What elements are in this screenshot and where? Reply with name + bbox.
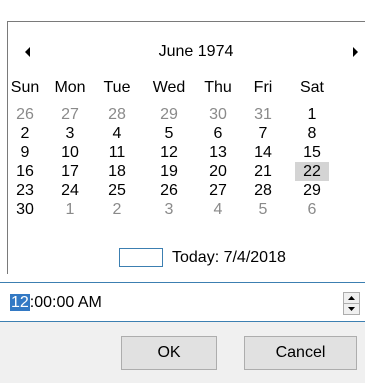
- calendar-day[interactable]: 17: [47, 162, 93, 181]
- calendar-day[interactable]: 5: [146, 124, 192, 143]
- triangle-left-icon: [25, 47, 30, 57]
- calendar-day[interactable]: 28: [94, 105, 140, 124]
- calendar-day[interactable]: 29: [289, 181, 335, 200]
- spin-up-button[interactable]: [344, 293, 359, 303]
- calendar-week-row: 9 10 11 12 13 14 15: [8, 143, 365, 162]
- calendar-day[interactable]: 14: [240, 143, 286, 162]
- dow-label: Mon: [54, 79, 86, 96]
- dow-label: Fri: [253, 79, 273, 96]
- month-title[interactable]: June 1974: [118, 38, 274, 66]
- top-strip: [0, 0, 365, 22]
- calendar-day[interactable]: 2: [94, 200, 140, 219]
- spin-up-icon: [348, 296, 355, 300]
- calendar-day[interactable]: 1: [47, 200, 93, 219]
- calendar-day[interactable]: 30: [2, 200, 48, 219]
- calendar-day[interactable]: 3: [47, 124, 93, 143]
- calendar-day[interactable]: 27: [195, 181, 241, 200]
- days-of-week-row: Sun Mon Tue Wed Thu Fri Sat: [8, 78, 365, 97]
- time-rest-segment[interactable]: :00:00 AM: [30, 294, 102, 311]
- calendar-day[interactable]: 2: [2, 124, 48, 143]
- calendar-day[interactable]: 30: [195, 105, 241, 124]
- calendar-day[interactable]: 11: [94, 143, 140, 162]
- calendar-day[interactable]: 9: [2, 143, 48, 162]
- calendar-week-row: 26 27 28 29 30 31 1: [8, 105, 365, 124]
- calendar-day[interactable]: 15: [289, 143, 335, 162]
- today-marker-box[interactable]: [119, 248, 163, 267]
- calendar-day[interactable]: 24: [47, 181, 93, 200]
- calendar-week-row: 23 24 25 26 27 28 29: [8, 181, 365, 200]
- calendar-day-selected[interactable]: 22: [295, 162, 329, 181]
- calendar-day[interactable]: 31: [240, 105, 286, 124]
- calendar-day[interactable]: 7: [240, 124, 286, 143]
- triangle-right-icon: [353, 47, 358, 57]
- next-month-button[interactable]: [347, 44, 363, 60]
- calendar-day[interactable]: 20: [195, 162, 241, 181]
- calendar-day[interactable]: 23: [2, 181, 48, 200]
- calendar-day[interactable]: 16: [2, 162, 48, 181]
- time-input[interactable]: 12:00:00 AM: [10, 292, 102, 314]
- dow-label: Sun: [10, 79, 40, 96]
- calendar-day[interactable]: 4: [195, 200, 241, 219]
- dow-label: Sat: [299, 79, 324, 96]
- calendar-day[interactable]: 8: [289, 124, 335, 143]
- calendar-day[interactable]: 3: [146, 200, 192, 219]
- dow-label: Wed: [152, 79, 186, 96]
- calendar-day[interactable]: 18: [94, 162, 140, 181]
- ok-button[interactable]: OK: [121, 336, 217, 370]
- calendar-day[interactable]: 5: [240, 200, 286, 219]
- calendar-day[interactable]: 6: [289, 200, 335, 219]
- spin-down-button[interactable]: [344, 304, 359, 314]
- cancel-button[interactable]: Cancel: [244, 336, 357, 370]
- time-hour-segment[interactable]: 12: [10, 294, 30, 311]
- calendar-week-row: 2345678: [8, 124, 365, 143]
- dow-label: Tue: [103, 79, 131, 96]
- time-spinner[interactable]: [343, 292, 360, 315]
- today-link[interactable]: Today: 7/4/2018: [172, 248, 286, 267]
- calendar-day[interactable]: 25: [94, 181, 140, 200]
- calendar-day[interactable]: 26: [146, 181, 192, 200]
- calendar-day[interactable]: 28: [240, 181, 286, 200]
- calendar-day[interactable]: 13: [195, 143, 241, 162]
- spin-down-icon: [348, 307, 355, 311]
- calendar-day[interactable]: 29: [146, 105, 192, 124]
- calendar-day[interactable]: 12: [146, 143, 192, 162]
- calendar-day[interactable]: 26: [2, 105, 48, 124]
- calendar-day[interactable]: 6: [195, 124, 241, 143]
- calendar-day[interactable]: 4: [94, 124, 140, 143]
- calendar-day[interactable]: 10: [47, 143, 93, 162]
- calendar-week-row: 16 17 18 19 20 21 22: [8, 162, 365, 181]
- calendar-day[interactable]: 19: [146, 162, 192, 181]
- dow-label: Thu: [204, 79, 232, 96]
- prev-month-button[interactable]: [20, 44, 36, 60]
- calendar-day[interactable]: 1: [289, 105, 335, 124]
- month-calendar[interactable]: June 1974 Sun Mon Tue Wed Thu Fri Sat 26…: [8, 22, 365, 274]
- calendar-day[interactable]: 21: [240, 162, 286, 181]
- calendar-day[interactable]: 27: [47, 105, 93, 124]
- calendar-week-row: 30 1 2 3 4 5 6: [8, 200, 365, 219]
